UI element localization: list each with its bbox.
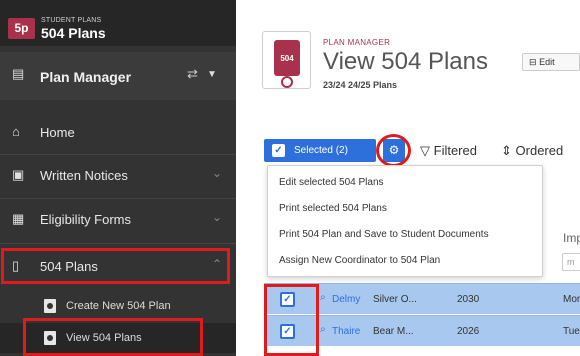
sidebar-subitem-label: Create New 504 Plan bbox=[66, 300, 171, 312]
grad-year: 2026 bbox=[457, 326, 480, 337]
sidebar-item-label: Eligibility Forms bbox=[40, 212, 132, 227]
selected-label: Selected (2) bbox=[294, 145, 348, 156]
highlight-row-checkboxes bbox=[264, 284, 319, 356]
menu-item-print-save[interactable]: Print 504 Plan and Save to Student Docum… bbox=[268, 222, 544, 248]
search-icon[interactable]: ⌕ bbox=[320, 292, 326, 303]
plan-manager-selector[interactable]: ▤ Plan Manager ⇄ ▼ bbox=[0, 52, 236, 100]
menu-item-assign-coordinator[interactable]: Assign New Coordinator to 504 Plan bbox=[268, 248, 544, 274]
plan-manager-icon: ▤ bbox=[12, 66, 25, 81]
day-value: Mon bbox=[563, 294, 580, 305]
filter-icon: ▽ bbox=[420, 143, 430, 158]
page-icon-box: 504 bbox=[262, 31, 311, 89]
plan-icon bbox=[44, 299, 56, 313]
brand-logo: 5p bbox=[8, 18, 35, 39]
edit-icon: ⊟ bbox=[529, 57, 537, 67]
column-filter-input[interactable]: m bbox=[562, 253, 580, 271]
brand-subtitle: STUDENT PLANS bbox=[41, 17, 102, 24]
plan-document-icon: 504 bbox=[274, 40, 300, 88]
switch-icon[interactable]: ⇄ bbox=[187, 66, 198, 82]
page-subtitle: 23/24 24/25 Plans bbox=[323, 80, 398, 90]
form-icon: ▦ bbox=[12, 211, 25, 226]
grad-year: 2030 bbox=[457, 294, 480, 305]
edit-button[interactable]: ⊟ Edit bbox=[522, 53, 580, 71]
ordered-button[interactable]: ⇕ Ordered bbox=[501, 143, 563, 159]
sidebar-item-label: Written Notices bbox=[40, 168, 128, 183]
student-name[interactable]: Delmy bbox=[332, 294, 368, 305]
column-header-partial[interactable]: Imp bbox=[563, 231, 580, 245]
student-name[interactable]: Thaire bbox=[332, 326, 368, 337]
caret-down-icon[interactable]: ▼ bbox=[207, 69, 217, 80]
page-eyebrow: PLAN MANAGER bbox=[323, 38, 391, 47]
actions-menu: Edit selected 504 Plans Print selected 5… bbox=[267, 165, 543, 277]
menu-item-print-selected[interactable]: Print selected 504 Plans bbox=[268, 196, 544, 222]
sidebar: 5p STUDENT PLANS 504 Plans ▤ Plan Manage… bbox=[0, 0, 236, 356]
notice-icon: ▣ bbox=[12, 167, 25, 182]
check-icon: ✓ bbox=[272, 144, 285, 157]
highlight-view-plans bbox=[23, 318, 203, 356]
sidebar-item-eligibility-forms[interactable]: ▦ Eligibility Forms ⌄ bbox=[0, 199, 236, 239]
sort-icon: ⇕ bbox=[501, 143, 512, 158]
filtered-button[interactable]: ▽ Filtered bbox=[420, 143, 477, 159]
day-value: Tue bbox=[563, 326, 580, 337]
chevron-down-icon: ⌄ bbox=[211, 166, 222, 180]
sidebar-item-written-notices[interactable]: ▣ Written Notices ⌄ bbox=[0, 155, 236, 195]
selected-button[interactable]: ✓ Selected (2) bbox=[264, 139, 376, 162]
menu-item-edit-selected[interactable]: Edit selected 504 Plans bbox=[268, 170, 544, 196]
plan-manager-label: Plan Manager bbox=[40, 69, 132, 85]
chevron-down-icon: ⌄ bbox=[211, 210, 222, 224]
school-name: Silver O... bbox=[373, 294, 417, 305]
sidebar-subitem-create-new[interactable]: Create New 504 Plan bbox=[0, 291, 236, 321]
school-name: Bear M... bbox=[373, 326, 414, 337]
sidebar-item-label: Home bbox=[40, 125, 75, 140]
edit-label: Edit bbox=[539, 57, 555, 67]
search-icon[interactable]: ⌕ bbox=[320, 324, 326, 335]
sidebar-item-home[interactable]: ⌂ Home bbox=[0, 112, 236, 152]
brand-header: 5p STUDENT PLANS 504 Plans bbox=[0, 0, 236, 46]
brand-title: 504 Plans bbox=[41, 25, 106, 41]
page-title: View 504 Plans bbox=[323, 48, 488, 75]
home-icon: ⌂ bbox=[12, 124, 20, 139]
highlight-504-plans bbox=[1, 248, 230, 284]
highlight-gear bbox=[376, 134, 411, 167]
